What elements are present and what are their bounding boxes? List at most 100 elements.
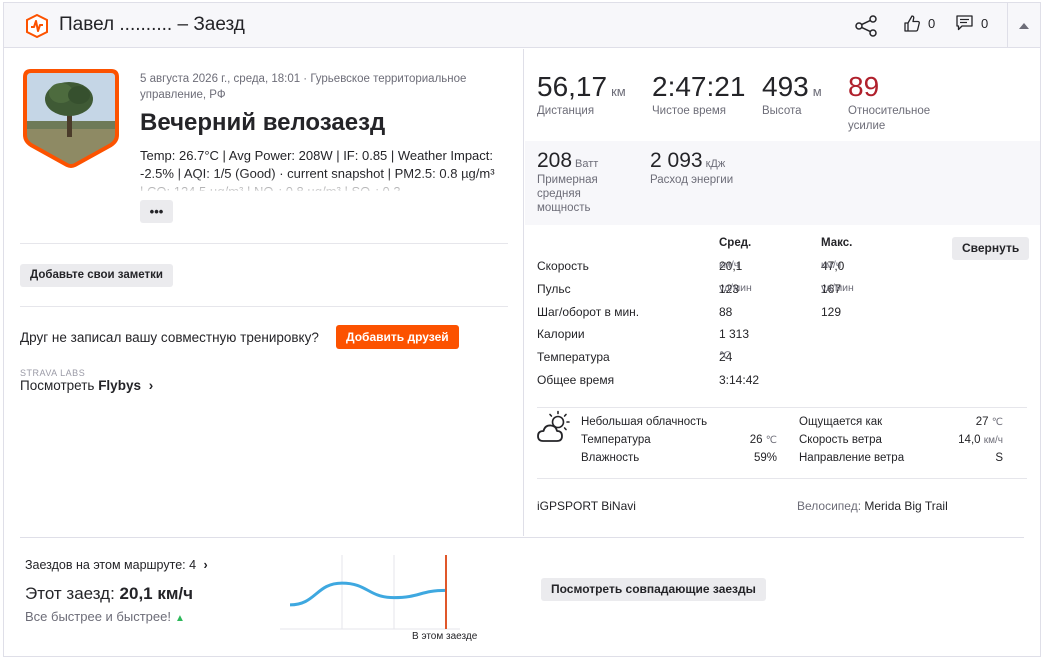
- trend-up-icon: ▲: [174, 613, 185, 624]
- weather-temp-value: 26 ℃: [737, 434, 777, 446]
- row-avg: 88: [719, 305, 733, 319]
- device-name: iGPSPORT BiNavi: [537, 499, 636, 513]
- route-efforts-text: Заездов на этом маршруте: 4: [25, 558, 197, 572]
- this-ride-marker-label: В этом заезде: [412, 631, 478, 641]
- activity-header: Павел .......... – Заезд 0 0: [4, 3, 1040, 48]
- relative-effort-label-1: Относительное: [848, 105, 931, 117]
- activity-stats: 56,17 км Дистанция 2:47:21 Чистое время 4…: [525, 49, 1040, 536]
- row-max-unit: уд/мин: [821, 282, 854, 294]
- weather-temp-number: 26: [749, 434, 763, 446]
- this-ride-label: Этот заезд:: [25, 584, 120, 603]
- add-notes-button[interactable]: Добавьте свои заметки: [20, 264, 173, 287]
- divider: [20, 306, 508, 307]
- kudos-button[interactable]: 0: [904, 15, 935, 32]
- strava-labs-tag: STRAVA LABS: [20, 368, 86, 378]
- weather-wind-unit: км/ч: [983, 435, 1003, 446]
- row-label: Температура: [537, 350, 610, 364]
- activity-photo[interactable]: [23, 69, 119, 169]
- weather-wind-dir-value: S: [995, 452, 1003, 464]
- collapse-header-button[interactable]: [1007, 3, 1040, 48]
- stat-energy: 2 093 кДж Расход энергии: [650, 149, 733, 187]
- bike-name: Merida Big Trail: [864, 499, 948, 513]
- power-label-3: мощность: [537, 202, 591, 214]
- energy-value: 2 093: [650, 149, 703, 172]
- elevation-unit: м: [812, 84, 822, 99]
- moving-time-value: 2:47:21: [652, 71, 746, 102]
- power-value: 208: [537, 149, 573, 172]
- row-avg-unit: уд/мин: [719, 282, 752, 294]
- weather-wind-label: Скорость ветра: [799, 434, 882, 446]
- stat-elevation: 493 м Высота: [762, 71, 822, 118]
- row-max: 129: [821, 305, 842, 319]
- stats-row-speed: Скорость 20,1 км/ч 47,0 км/ч: [537, 259, 1017, 279]
- bike-info[interactable]: Велосипед: Merida Big Trail: [797, 499, 948, 513]
- matched-rides-chart: В этом заезде: [280, 555, 478, 641]
- kudos-count: 0: [928, 16, 936, 31]
- comment-button[interactable]: 0: [956, 15, 988, 31]
- activity-name: Вечерний велозаезд: [140, 109, 386, 136]
- row-label: Калории: [537, 327, 585, 341]
- row-label: Пульс: [537, 282, 571, 296]
- power-label-1: Примерная: [537, 174, 598, 186]
- comment-icon: [956, 15, 973, 31]
- strava-run-logo-icon: [26, 14, 48, 38]
- chevron-right-icon: ›: [203, 558, 208, 572]
- energy-label: Расход энергии: [650, 174, 734, 186]
- comment-count: 0: [981, 15, 989, 31]
- divider: [20, 243, 508, 244]
- partly-cloudy-icon: [537, 410, 570, 442]
- collapse-stats-button[interactable]: Свернуть: [952, 237, 1030, 260]
- stat-power: 208 Ватт Примерная средняя мощность: [537, 149, 598, 215]
- elevation-label: Высота: [762, 105, 802, 117]
- missing-friend-question: Друг не записал вашу совместную трениров…: [20, 330, 319, 345]
- row-avg-unit: ℃: [719, 350, 731, 362]
- weather-feels-number: 27: [975, 416, 989, 428]
- add-friends-button[interactable]: Добавить друзей: [336, 325, 459, 349]
- power-unit: Ватт: [575, 158, 599, 170]
- stat-moving-time: 2:47:21 Чистое время: [652, 71, 745, 118]
- distance-label: Дистанция: [537, 105, 595, 117]
- moving-time-label: Чистое время: [652, 105, 726, 117]
- weather-wind-number: 14,0: [958, 434, 981, 446]
- weather-temp-label: Температура: [581, 434, 651, 446]
- stat-distance: 56,17 км Дистанция: [537, 71, 626, 118]
- weather-feels-label: Ощущается как: [799, 416, 883, 428]
- this-ride-value: 20,1 км/ч: [119, 584, 194, 603]
- weather-feels-value: 27 ℃: [947, 416, 1003, 428]
- activity-card: Павел .......... – Заезд 0 0 5 августа 2…: [3, 2, 1041, 657]
- weather-condition: Небольшая облачность: [581, 416, 708, 428]
- thumbs-up-icon: [904, 15, 920, 32]
- route-efforts-link[interactable]: Заездов на этом маршруте: 4 ›: [25, 558, 208, 572]
- stats-row-heartrate: Пульс 123 уд/мин 167 уд/мин: [537, 282, 1017, 302]
- trend-text: Все быстрее и быстрее! ▲: [25, 609, 185, 624]
- this-ride-speed: Этот заезд: 20,1 км/ч: [25, 584, 193, 604]
- row-label: Общее время: [537, 373, 615, 387]
- column-max-header: Макс.: [821, 237, 853, 249]
- more-description-button[interactable]: •••: [140, 200, 173, 223]
- activity-summary: 5 августа 2026 г., среда, 18:01 · Гурьев…: [4, 49, 524, 536]
- primary-stats: 56,17 км Дистанция 2:47:21 Чистое время 4…: [525, 49, 1040, 141]
- stats-row-calories: Калории 1 313: [537, 327, 1017, 347]
- row-max-unit: км/ч: [821, 259, 842, 271]
- weather-temp-unit: ℃: [765, 435, 777, 446]
- stats-row-temperature: Температура 24 ℃: [537, 350, 1017, 370]
- trend-label: Все быстрее и быстрее!: [25, 609, 171, 624]
- activity-title: Павел .......... – Заезд: [59, 14, 245, 35]
- chevron-right-icon: ›: [148, 378, 154, 393]
- stats-row-elapsed-time: Общее время 3:14:42: [537, 373, 1017, 393]
- relative-effort-label-2: усилие: [848, 120, 886, 132]
- bike-label: Велосипед:: [797, 499, 865, 513]
- column-avg-header: Сред.: [719, 237, 752, 249]
- flybys-link-prefix: Посмотреть: [20, 378, 99, 393]
- row-avg-unit: км/ч: [719, 259, 740, 271]
- weather-wind-value: 14,0 км/ч: [933, 434, 1003, 446]
- stat-relative-effort[interactable]: 89 Относительное усилие: [848, 71, 930, 133]
- weather-feels-unit: ℃: [991, 417, 1003, 428]
- view-matched-rides-button[interactable]: Посмотреть совпадающие заезды: [541, 578, 766, 601]
- row-label: Шаг/оборот в мин.: [537, 305, 640, 319]
- view-flybys-link[interactable]: Посмотреть Flybys ›: [20, 378, 153, 393]
- caret-up-icon: [1019, 22, 1029, 29]
- elevation-value: 493: [762, 71, 809, 102]
- weather-humidity-value: 59%: [753, 452, 777, 464]
- share-icon[interactable]: [854, 15, 878, 37]
